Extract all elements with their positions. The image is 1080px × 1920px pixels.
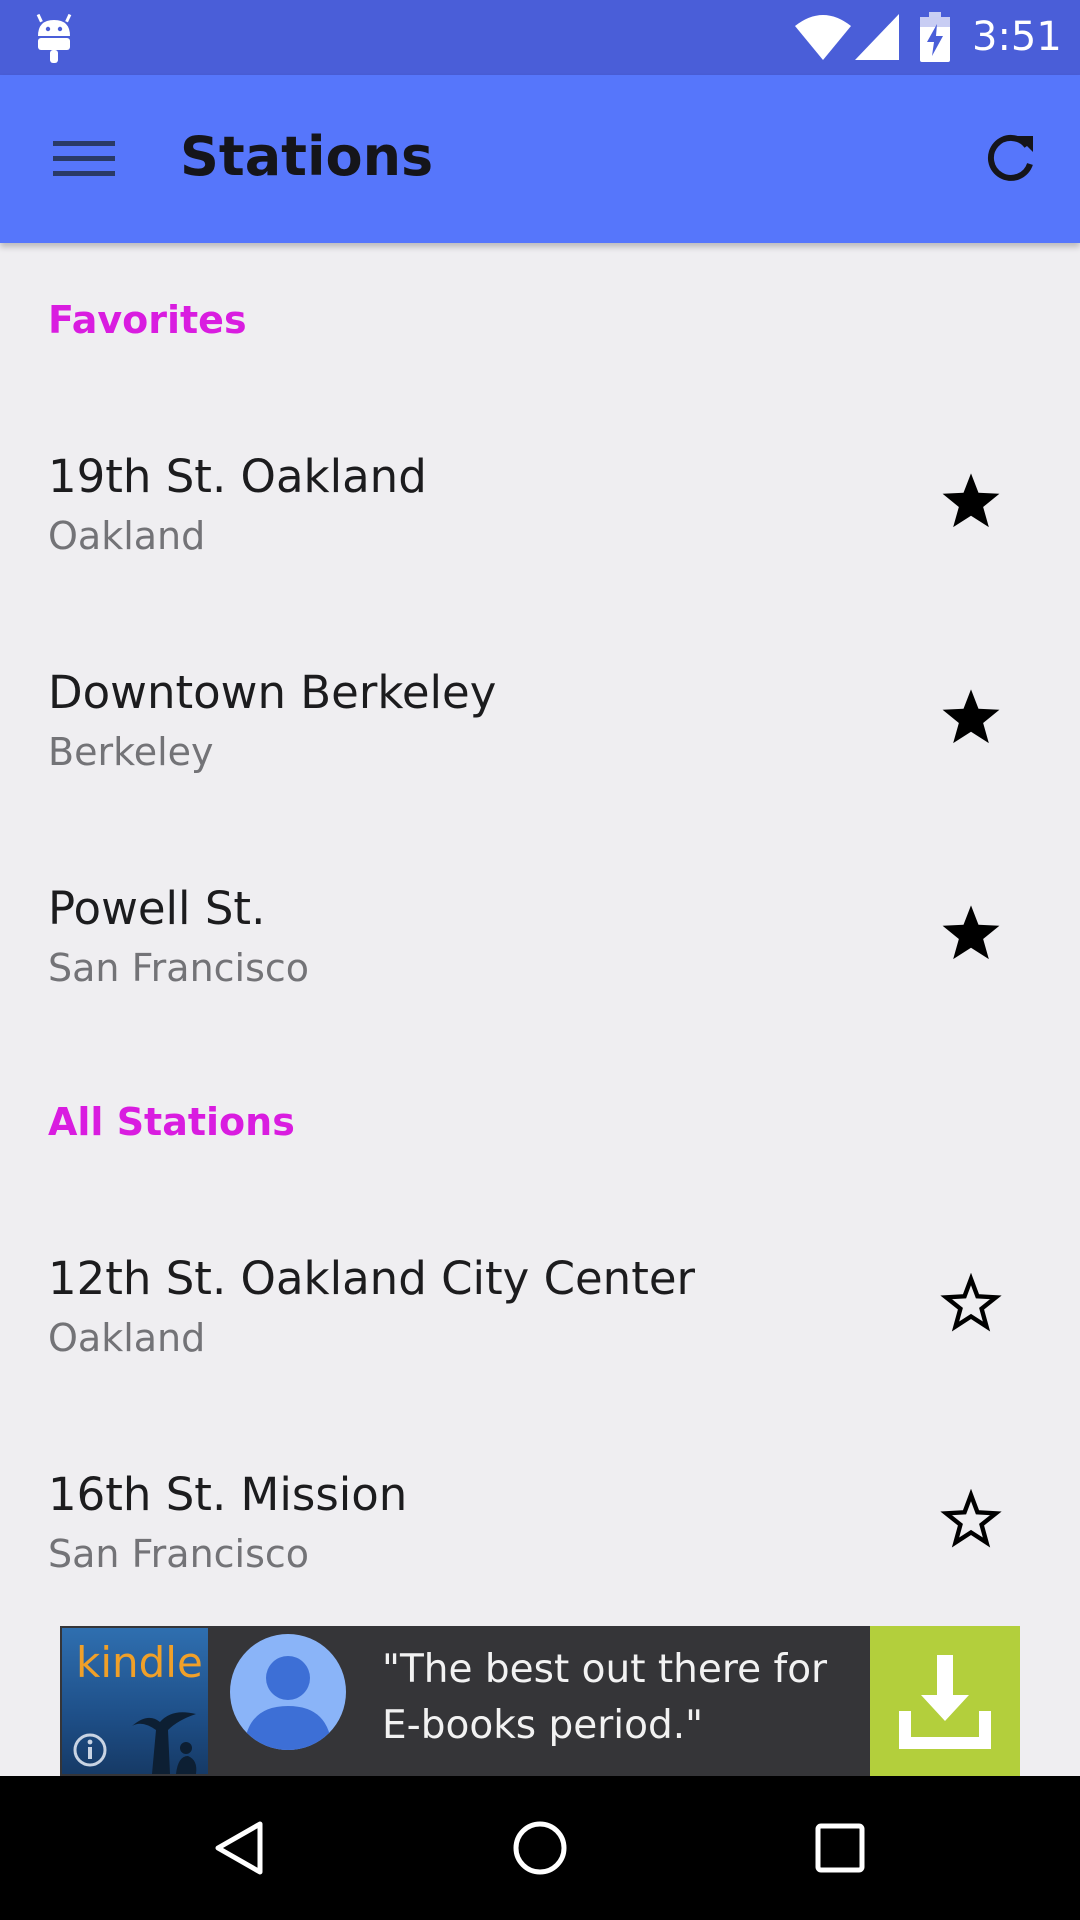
status-clock: 3:51 (972, 14, 1062, 60)
refresh-button[interactable] (978, 127, 1042, 191)
station-city: San Francisco (48, 946, 310, 990)
station-row[interactable]: 12th St. Oakland City Center Oakland (0, 1252, 1080, 1432)
refresh-icon (987, 134, 1033, 181)
ad-text: "The best out there for E-books period." (382, 1647, 828, 1748)
home-button[interactable] (492, 1800, 588, 1896)
section-header-favorites: Favorites (48, 298, 247, 342)
info-icon[interactable] (72, 1732, 108, 1768)
android-icon (36, 14, 72, 63)
station-row[interactable]: Downtown Berkeley Berkeley (0, 666, 1080, 846)
ad-download-button[interactable] (870, 1626, 1020, 1776)
star-outline-icon (940, 1273, 1002, 1332)
wifi-icon (795, 15, 851, 60)
section-header-all-stations: All Stations (48, 1100, 295, 1144)
hamburger-menu-icon (53, 141, 115, 176)
star-filled-icon (942, 473, 1000, 528)
station-city: Berkeley (48, 730, 214, 774)
recents-button[interactable] (792, 1800, 888, 1896)
back-icon (215, 1821, 263, 1875)
menu-button[interactable] (44, 129, 124, 189)
app-bar: Stations (0, 75, 1080, 243)
system-nav-bar (0, 1776, 1080, 1920)
station-city: Oakland (48, 514, 206, 558)
favorite-star-button[interactable] (936, 898, 1006, 968)
station-city: Oakland (48, 1316, 206, 1360)
station-row[interactable]: 19th St. Oakland Oakland (0, 450, 1080, 630)
star-outline-icon (940, 1489, 1002, 1548)
station-name: 19th St. Oakland (48, 450, 427, 503)
favorite-star-button[interactable] (936, 466, 1006, 536)
person-icon (244, 1656, 332, 1750)
favorite-star-button[interactable] (936, 1484, 1006, 1554)
station-name: Powell St. (48, 882, 266, 935)
back-button[interactable] (192, 1800, 288, 1896)
station-row[interactable]: 16th St. Mission San Francisco (0, 1468, 1080, 1648)
home-icon (513, 1821, 567, 1875)
station-name: 12th St. Oakland City Center (48, 1252, 696, 1305)
tree-reader-icon (132, 1712, 197, 1774)
star-filled-icon (942, 689, 1000, 744)
download-icon (899, 1655, 991, 1749)
station-city: San Francisco (48, 1532, 310, 1576)
status-bar: 3:51 (0, 0, 1080, 75)
ad-banner[interactable]: kindle "The best out there for E-books p… (60, 1626, 1020, 1776)
station-row[interactable]: Powell St. San Francisco (0, 882, 1080, 1062)
favorite-star-button[interactable] (936, 1268, 1006, 1338)
battery-charging-icon (920, 12, 950, 62)
star-filled-icon (942, 905, 1000, 960)
station-name: Downtown Berkeley (48, 666, 497, 719)
station-name: 16th St. Mission (48, 1468, 408, 1521)
signal-icon (855, 14, 899, 60)
kindle-brand: kindle (76, 1638, 203, 1687)
favorite-star-button[interactable] (936, 682, 1006, 752)
kindle-logo: kindle (62, 1628, 208, 1774)
page-title: Stations (180, 125, 434, 188)
recents-icon (815, 1823, 865, 1873)
avatar (230, 1634, 346, 1750)
